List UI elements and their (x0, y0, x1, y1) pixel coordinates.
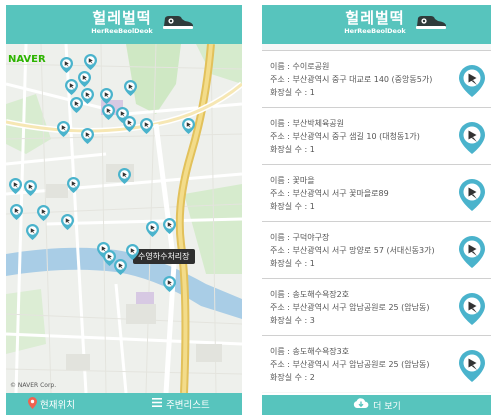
app-subtitle: HerReeBeolDeok (344, 27, 406, 35)
map-marker-icon[interactable] (126, 244, 139, 260)
map-screen: 헐레벌떡 HerReeBeolDeok NAVER © NAVER Corp. … (6, 5, 242, 415)
app-logo: 헐레벌떡 HerReeBeolDeok (335, 10, 415, 36)
map-marker-icon[interactable] (102, 104, 115, 120)
map-marker-icon[interactable] (118, 168, 131, 184)
list-item-name: 이름 : 송도해수욕장3호 (270, 347, 350, 356)
list-item[interactable]: 이름 : 송도해수욕장3호 주소 : 부산광역시 서구 암남공원로 25 (암남… (262, 335, 491, 392)
load-more-label: 더 보기 (373, 401, 401, 412)
map-tooltip: 수영하수처리장 (133, 249, 195, 264)
app-logo: 헐레벌떡 HerReeBeolDeok (82, 10, 162, 36)
map-marker-icon[interactable] (9, 178, 22, 194)
list-item-toilets: 화장실 수 : 3 (270, 316, 315, 325)
map-marker-icon[interactable] (459, 65, 485, 97)
map-marker-icon[interactable] (60, 57, 73, 73)
list-item-text: 이름 : 꽃마을 주소 : 부산광역시 서구 꽃마을로89 화장실 수 : 1 (270, 174, 466, 213)
list-item-address: 주소 : 부산광역시 중구 샘길 10 (대청동1가) (270, 132, 420, 141)
map-marker-icon[interactable] (146, 221, 159, 237)
list-item-text: 이름 : 수이로공원 주소 : 부산광역시 중구 대교로 140 (중앙동5가)… (270, 60, 466, 99)
map-marker-icon[interactable] (81, 128, 94, 144)
current-location-button[interactable]: 현재위치 (28, 393, 75, 415)
list-item-address: 주소 : 부산광역시 중구 대교로 140 (중앙동5가) (270, 75, 433, 84)
map-marker-icon[interactable] (182, 118, 195, 134)
nearby-list-button[interactable]: 주변리스트 (152, 393, 210, 415)
load-more-button[interactable]: 더 보기 (262, 395, 491, 415)
list-item-text: 이름 : 부산박체육공원 주소 : 부산광역시 중구 샘길 10 (대청동1가)… (270, 117, 466, 156)
map-view[interactable]: NAVER © NAVER Corp. 수영하수처리장 (6, 44, 242, 393)
list-item-text: 이름 : 구덕야구장 주소 : 부산광역시 서구 망양로 57 (서대신동3가)… (270, 231, 466, 270)
list-item-name: 이름 : 수이로공원 (270, 62, 330, 71)
sneaker-icon (162, 13, 194, 35)
map-marker-icon[interactable] (65, 79, 78, 95)
list-item-name: 이름 : 송도해수욕장2호 (270, 290, 350, 299)
list-item-toilets: 화장실 수 : 1 (270, 259, 315, 268)
list-item[interactable]: 이름 : 구덕야구장 주소 : 부산광역시 서구 망양로 57 (서대신동3가)… (262, 221, 491, 278)
list-item-text: 이름 : 송도해수욕장3호 주소 : 부산광역시 서구 암남공원로 25 (암남… (270, 345, 466, 384)
list-item-address: 주소 : 부산광역시 서구 망양로 57 (서대신동3가) (270, 246, 435, 255)
map-marker-icon[interactable] (26, 224, 39, 240)
app-subtitle: HerReeBeolDeok (91, 27, 153, 35)
list-item[interactable]: 이름 : 송도해수욕장2호 주소 : 부산광역시 서구 암남공원로 25 (암남… (262, 278, 491, 335)
list-item-address: 주소 : 부산광역시 서구 암남공원로 25 (암남동) (270, 360, 430, 369)
map-marker-icon[interactable] (37, 205, 50, 221)
list-item[interactable]: 이름 : 부산박체육공원 주소 : 부산광역시 중구 샘길 10 (대청동1가)… (262, 107, 491, 164)
map-marker-icon[interactable] (24, 180, 37, 196)
location-pin-icon (28, 396, 37, 412)
map-marker-icon[interactable] (70, 97, 83, 113)
map-marker-icon[interactable] (124, 80, 137, 96)
bottom-bar: 현재위치 주변리스트 (6, 393, 242, 415)
toilet-list: 이름 : 수이로공원 주소 : 부산광역시 중구 대교로 140 (중앙동5가)… (262, 44, 491, 393)
list-item-address: 주소 : 부산광역시 서구 암남공원로 25 (암남동) (270, 303, 430, 312)
app-title: 헐레벌떡 (92, 9, 152, 27)
more-bar: 더 보기 (262, 395, 491, 415)
map-marker-icon[interactable] (123, 116, 136, 132)
map-marker-icon[interactable] (459, 293, 485, 325)
menu-list-icon (152, 398, 162, 410)
map-marker-icon[interactable] (10, 204, 23, 220)
list-item-toilets: 화장실 수 : 1 (270, 202, 315, 211)
list-item-name: 이름 : 꽃마을 (270, 176, 315, 185)
nearby-list-label: 주변리스트 (166, 400, 210, 411)
map-marker-icon[interactable] (84, 54, 97, 70)
list-item[interactable]: 이름 : 수이로공원 주소 : 부산광역시 중구 대교로 140 (중앙동5가)… (262, 50, 491, 107)
header-bar: 헐레벌떡 HerReeBeolDeok (262, 5, 491, 44)
list-item-toilets: 화장실 수 : 1 (270, 145, 315, 154)
map-marker-icon[interactable] (100, 88, 113, 104)
map-marker-icon[interactable] (61, 214, 74, 230)
map-marker-icon[interactable] (163, 276, 176, 292)
list-item-name: 이름 : 구덕야구장 (270, 233, 330, 242)
map-marker-icon[interactable] (57, 121, 70, 137)
list-screen: 헐레벌떡 HerReeBeolDeok 이름 : 수이로공원 주소 : 부산광역… (262, 5, 491, 415)
map-marker-icon[interactable] (140, 118, 153, 134)
cloud-download-icon (353, 398, 369, 412)
map-marker-icon[interactable] (163, 218, 176, 234)
list-item-toilets: 화장실 수 : 1 (270, 88, 315, 97)
list-item-name: 이름 : 부산박체육공원 (270, 119, 345, 128)
app-title: 헐레벌떡 (345, 9, 405, 27)
map-marker-icon[interactable] (67, 177, 80, 193)
map-copyright: © NAVER Corp. (10, 382, 57, 389)
list-item-address: 주소 : 부산광역시 서구 꽃마을로89 (270, 189, 389, 198)
list-item[interactable]: 이름 : 꽃마을 주소 : 부산광역시 서구 꽃마을로89 화장실 수 : 1 (262, 164, 491, 221)
list-item-toilets: 화장실 수 : 2 (270, 373, 315, 382)
header-bar: 헐레벌떡 HerReeBeolDeok (6, 5, 242, 44)
map-marker-icon[interactable] (459, 179, 485, 211)
map-marker-icon[interactable] (459, 236, 485, 268)
map-marker-icon[interactable] (459, 122, 485, 154)
current-location-label: 현재위치 (40, 400, 75, 411)
naver-logo: NAVER (8, 54, 46, 65)
list-item-text: 이름 : 송도해수욕장2호 주소 : 부산광역시 서구 암남공원로 25 (암남… (270, 288, 466, 327)
map-marker-icon[interactable] (114, 259, 127, 275)
map-marker-icon[interactable] (78, 71, 91, 87)
sneaker-icon (415, 13, 447, 35)
map-marker-icon[interactable] (459, 350, 485, 382)
